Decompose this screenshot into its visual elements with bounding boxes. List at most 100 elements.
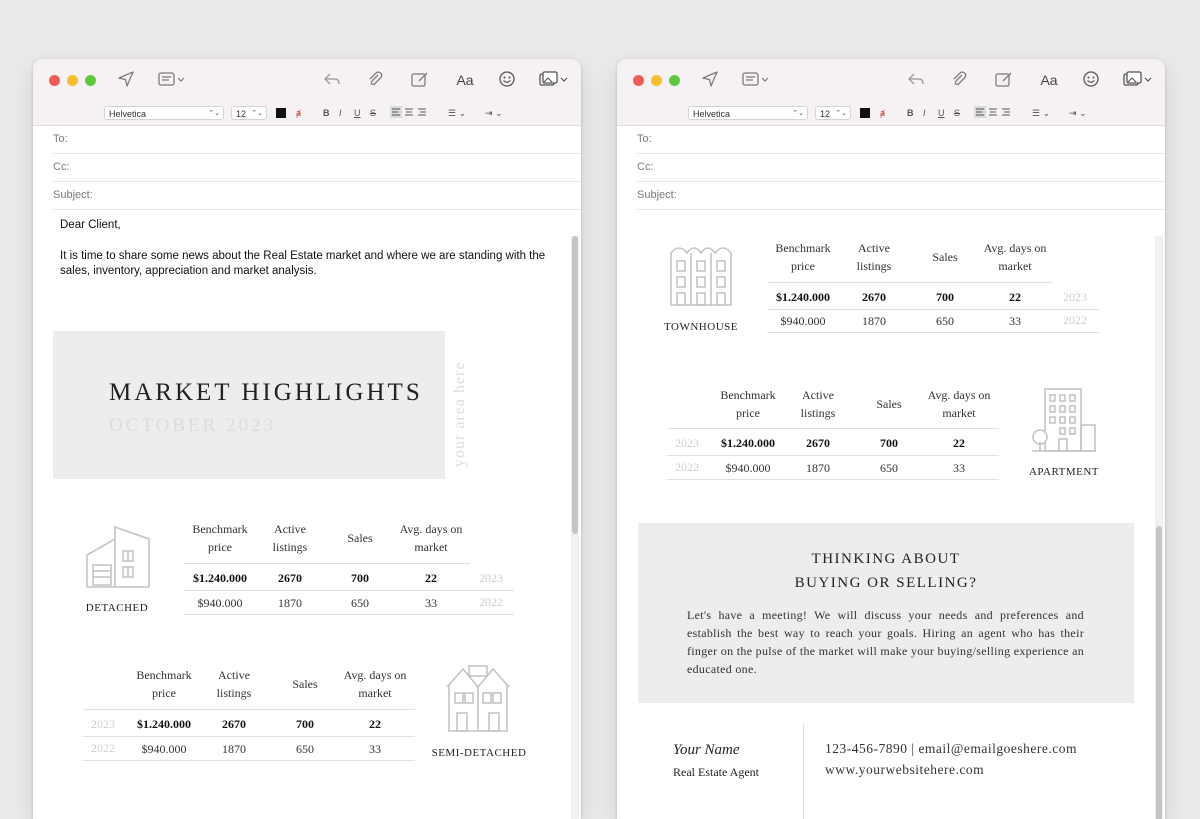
align-left-icon[interactable] xyxy=(974,106,1014,120)
strikethrough-button[interactable]: S xyxy=(954,106,960,120)
font-color-swatch[interactable] xyxy=(276,108,286,118)
mail-compose-window-right: Aa Helvetica ⌃⌄ 12 ⌃⌄ ⱥ B I U S ☰ ⌄ ⇥ ⌄ To… xyxy=(617,59,1165,819)
cell-sales: 700 xyxy=(880,436,898,450)
cc-label: Cc: xyxy=(53,161,70,173)
close-window-button[interactable] xyxy=(633,75,644,86)
title-bar: Aa xyxy=(33,59,581,103)
cc-field[interactable]: Cc: xyxy=(53,154,581,182)
background-color-icon[interactable]: ⱥ xyxy=(880,106,885,120)
close-window-button[interactable] xyxy=(49,75,60,86)
table-divider xyxy=(83,760,415,761)
indent-icon[interactable]: ⇥ ⌄ xyxy=(1069,106,1087,120)
bold-button[interactable]: B xyxy=(907,106,914,120)
year-label: 2022 xyxy=(1063,313,1087,327)
markup-icon[interactable] xyxy=(994,70,1016,90)
send-icon[interactable] xyxy=(117,70,137,90)
title-bar: Aa xyxy=(617,59,1165,103)
window-controls xyxy=(49,75,96,86)
cell-price: $940.000 xyxy=(780,314,826,328)
header-avg-days: Avg. days on market xyxy=(399,522,463,554)
mail-compose-window-left: Aa Helvetica ⌃⌄ 12 ⌃⌄ ⱥ B I U S ☰ ⌄ ⇥ ⌄ To… xyxy=(33,59,581,819)
property-type-label: DETACHED xyxy=(85,602,149,614)
header-active-listings: Active listings xyxy=(272,522,308,554)
send-icon[interactable] xyxy=(701,70,721,90)
font-family-select[interactable]: Helvetica ⌃⌄ xyxy=(688,106,808,120)
cell-listings: 1870 xyxy=(222,742,246,756)
cell-days: 22 xyxy=(369,717,381,731)
font-family-value: Helvetica xyxy=(693,109,731,119)
table-divider xyxy=(83,709,415,710)
scrollbar-thumb[interactable] xyxy=(572,236,578,534)
align-left-icon[interactable] xyxy=(390,106,430,120)
subject-label: Subject: xyxy=(53,189,93,201)
property-type-label: TOWNHOUSE xyxy=(664,321,738,333)
select-arrows-icon: ⌃⌄ xyxy=(835,110,847,117)
format-font-icon[interactable]: Aa xyxy=(1037,70,1061,90)
strikethrough-button[interactable]: S xyxy=(370,106,376,120)
zoom-window-button[interactable] xyxy=(669,75,680,86)
signature-divider xyxy=(803,725,804,819)
header-active-listings: Active listings xyxy=(216,668,252,700)
font-family-value: Helvetica xyxy=(109,109,147,119)
underline-button[interactable]: U xyxy=(354,106,361,120)
scrollbar[interactable] xyxy=(1155,236,1163,819)
cc-field[interactable]: Cc: xyxy=(637,154,1165,182)
background-color-icon[interactable]: ⱥ xyxy=(296,106,301,120)
attachment-icon[interactable] xyxy=(950,70,970,90)
photo-browser-icon[interactable] xyxy=(537,70,569,90)
italic-button[interactable]: I xyxy=(339,106,342,120)
minimize-window-button[interactable] xyxy=(67,75,78,86)
year-label: 2022 xyxy=(91,741,115,755)
minimize-window-button[interactable] xyxy=(651,75,662,86)
header-benchmark-price: Benchmark price xyxy=(775,241,831,273)
indent-icon[interactable]: ⇥ ⌄ xyxy=(485,106,503,120)
subject-field[interactable]: Subject: xyxy=(637,182,1165,210)
format-font-icon[interactable]: Aa xyxy=(453,70,477,90)
agent-contact[interactable]: 123-456-7890 | email@emailgoeshere.com xyxy=(825,741,1077,757)
market-highlights-banner: MARKET HIGHLIGHTS OCTOBER 2023 xyxy=(53,331,445,479)
to-field[interactable]: To: xyxy=(53,126,581,154)
cell-price: $1.240.000 xyxy=(776,290,830,304)
cell-sales: 650 xyxy=(296,742,314,756)
table-divider xyxy=(667,455,999,456)
cell-price: $940.000 xyxy=(725,461,771,475)
font-family-select[interactable]: Helvetica ⌃⌄ xyxy=(104,106,224,120)
subject-field[interactable]: Subject: xyxy=(53,182,581,210)
emoji-icon[interactable] xyxy=(498,70,518,90)
font-size-value: 12 xyxy=(820,109,831,119)
area-placeholder-text: your area here xyxy=(451,361,468,468)
scrollbar[interactable] xyxy=(571,236,579,819)
cell-sales: 650 xyxy=(351,596,369,610)
cell-listings: 1870 xyxy=(278,596,302,610)
font-color-swatch[interactable] xyxy=(860,108,870,118)
font-size-value: 12 xyxy=(236,109,247,119)
emoji-icon[interactable] xyxy=(1082,70,1102,90)
list-icon[interactable]: ☰ ⌄ xyxy=(1032,106,1050,120)
header-fields-icon[interactable] xyxy=(741,70,771,90)
to-field[interactable]: To: xyxy=(637,126,1165,154)
header-benchmark-price: Benchmark price xyxy=(720,388,776,420)
year-label: 2023 xyxy=(479,571,503,585)
year-label: 2022 xyxy=(479,595,503,609)
attachment-icon[interactable] xyxy=(366,70,386,90)
header-active-listings: Active listings xyxy=(856,241,892,273)
header-sales: Sales xyxy=(347,531,373,545)
markup-icon[interactable] xyxy=(410,70,432,90)
highlights-title: MARKET HIGHLIGHTS xyxy=(109,379,423,406)
cell-sales: 650 xyxy=(936,314,954,328)
bold-button[interactable]: B xyxy=(323,106,330,120)
scrollbar-thumb[interactable] xyxy=(1156,526,1162,819)
font-size-select[interactable]: 12 ⌃⌄ xyxy=(231,106,267,120)
list-icon[interactable]: ☰ ⌄ xyxy=(448,106,466,120)
intro-text: It is time to share some news about the … xyxy=(60,250,546,277)
reply-icon[interactable] xyxy=(323,70,343,90)
to-label: To: xyxy=(637,133,652,145)
photo-browser-icon[interactable] xyxy=(1121,70,1153,90)
reply-icon[interactable] xyxy=(907,70,927,90)
italic-button[interactable]: I xyxy=(923,106,926,120)
underline-button[interactable]: U xyxy=(938,106,945,120)
header-fields-icon[interactable] xyxy=(157,70,187,90)
font-size-select[interactable]: 12 ⌃⌄ xyxy=(815,106,851,120)
agent-website[interactable]: www.yourwebsitehere.com xyxy=(825,762,984,778)
zoom-window-button[interactable] xyxy=(85,75,96,86)
